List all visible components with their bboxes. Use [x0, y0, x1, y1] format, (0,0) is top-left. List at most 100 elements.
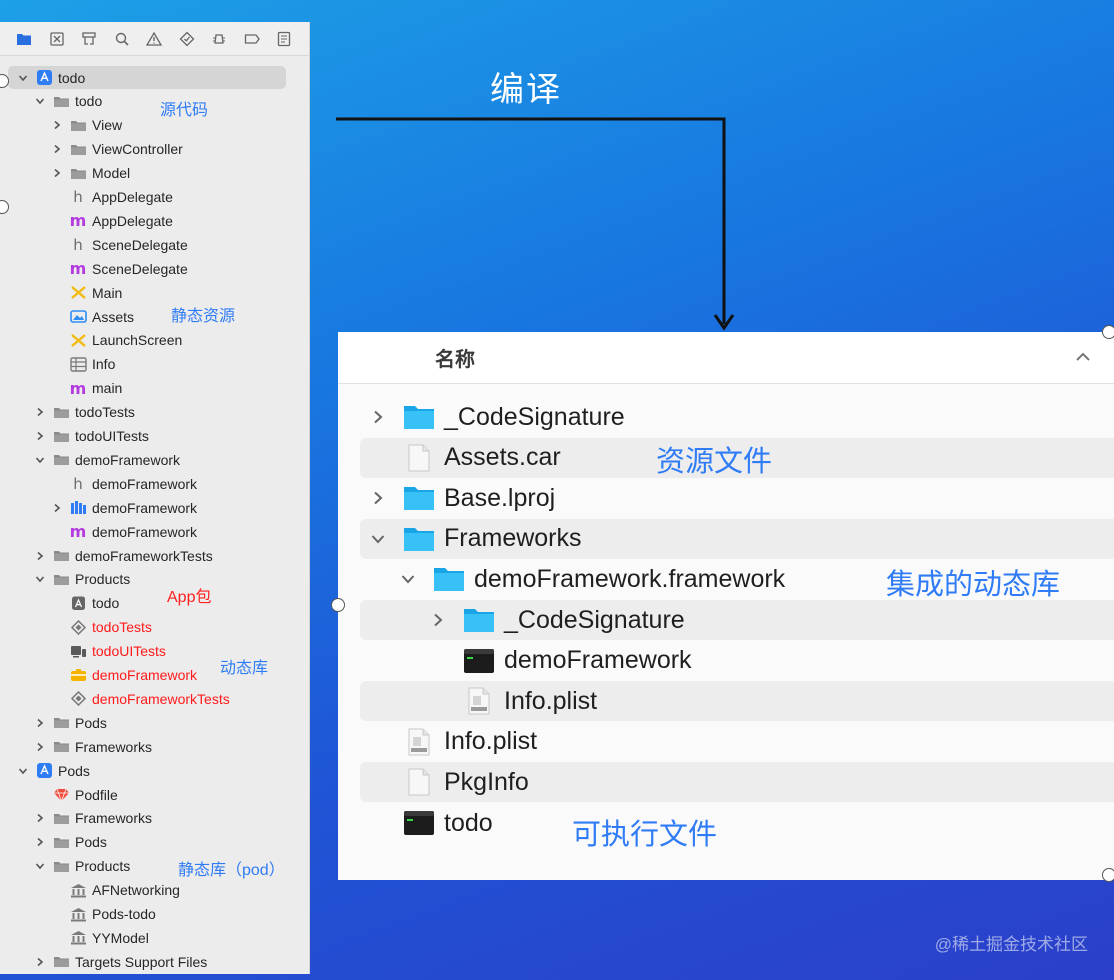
navigator-item-label: demoFramework — [92, 667, 198, 683]
disclosure-chevron-down-icon[interactable] — [17, 765, 29, 777]
navigator-item[interactable]: demoFramework — [0, 496, 300, 519]
navigator-item[interactable]: todo — [0, 90, 300, 113]
disclosure-chevron-right-icon[interactable] — [51, 119, 63, 131]
disclosure-chevron-down-icon[interactable] — [34, 860, 46, 872]
finder-row[interactable]: Frameworks — [360, 518, 1114, 559]
disclosure-chevron-down-icon[interactable] — [34, 95, 46, 107]
disclosure-chevron-right-icon[interactable] — [370, 409, 386, 425]
disclosure-chevron-down-icon[interactable] — [34, 573, 46, 585]
navigator-item[interactable]: Pods — [0, 831, 300, 854]
ruby-gem-icon — [52, 787, 70, 803]
finder-row[interactable]: PkgInfo — [360, 762, 1114, 803]
finder-row[interactable]: Info.plist — [360, 722, 1114, 762]
navigator-item-label: demoFramework — [92, 475, 198, 492]
navigator-item[interactable]: Assets — [0, 305, 300, 328]
navigator-item[interactable]: h AppDelegate — [0, 186, 300, 209]
objc-file-icon: m — [69, 378, 87, 398]
disclosure-chevron-right-icon[interactable] — [34, 717, 46, 729]
finder-row[interactable]: Base.lproj — [360, 478, 1114, 518]
navigator-item[interactable]: todoTests — [0, 616, 300, 639]
navigator-item[interactable]: h demoFramework — [0, 472, 300, 495]
navigator-item[interactable]: Podfile — [0, 783, 300, 806]
navigator-tab-source-control-icon[interactable] — [41, 22, 74, 56]
navigator-tab-report-icon[interactable] — [268, 22, 301, 56]
navigator-tab-warning-icon[interactable] — [138, 22, 171, 56]
navigator-item-label: Pods-todo — [92, 906, 156, 922]
navigator-item[interactable]: View — [0, 114, 300, 137]
navigator-item[interactable]: todoUITests — [0, 425, 300, 448]
navigator-item[interactable]: Targets Support Files — [0, 950, 300, 973]
navigator-item[interactable]: Pods-todo — [0, 903, 300, 926]
navigator-tab-symbol-icon[interactable] — [73, 22, 106, 56]
sort-chevron-up-icon[interactable] — [1074, 348, 1092, 366]
navigator-item[interactable]: todoTests — [0, 401, 300, 424]
navigator-tab-folder-icon[interactable] — [8, 22, 41, 56]
navigator-item[interactable]: Info — [0, 353, 300, 376]
navigator-item-label: todoTests — [75, 404, 135, 421]
disclosure-chevron-right-icon[interactable] — [34, 956, 46, 968]
disclosure-chevron-right-icon[interactable] — [51, 502, 63, 514]
disclosure-chevron-down-icon[interactable] — [17, 72, 29, 84]
finder-row-label: Info.plist — [504, 686, 598, 715]
navigator-item[interactable]: Products — [0, 568, 300, 591]
disclosure-chevron-right-icon[interactable] — [34, 430, 46, 442]
resize-handle[interactable] — [331, 598, 345, 612]
disclosure-chevron-right-icon[interactable] — [34, 406, 46, 418]
disclosure-chevron-right-icon[interactable] — [34, 836, 46, 848]
navigator-item[interactable]: ViewController — [0, 138, 300, 161]
navigator-item[interactable]: YYModel — [0, 926, 300, 949]
navigator-item[interactable]: todo — [8, 66, 286, 89]
navigator-item[interactable]: todo — [0, 592, 300, 615]
disclosure-chevron-right-icon[interactable] — [51, 167, 63, 179]
navigator-item[interactable]: LaunchScreen — [0, 329, 300, 352]
disclosure-chevron-right-icon[interactable] — [51, 143, 63, 155]
folder-icon — [69, 141, 87, 157]
navigator-item-label: AFNetworking — [92, 882, 180, 899]
navigator-item[interactable]: demoFrameworkTests — [0, 687, 300, 710]
finder-row[interactable]: _CodeSignature — [360, 397, 1114, 437]
navigator-item[interactable]: Model — [0, 162, 300, 185]
symbol-icon — [82, 31, 96, 45]
navigator-item[interactable]: Frameworks — [0, 735, 300, 758]
navigator-item[interactable]: h SceneDelegate — [0, 233, 300, 256]
navigator-tab-search-icon[interactable] — [106, 22, 139, 56]
navigator-item[interactable]: m demoFramework — [0, 520, 300, 543]
app-product-icon — [69, 595, 87, 611]
disclosure-chevron-down-icon[interactable] — [370, 531, 386, 547]
navigator-tab-test-icon[interactable] — [171, 22, 204, 56]
navigator-item[interactable]: Pods — [0, 711, 300, 734]
disclosure-chevron-right-icon[interactable] — [370, 490, 386, 506]
disclosure-chevron-right-icon[interactable] — [34, 741, 46, 753]
finder-row[interactable]: todo — [360, 803, 1114, 843]
navigator-item[interactable]: Main — [0, 281, 300, 304]
navigator-item[interactable]: demoFrameworkTests — [0, 544, 300, 567]
navigator-item[interactable]: m AppDelegate — [0, 209, 300, 232]
navigator-item[interactable]: Pods — [0, 759, 300, 782]
navigator-toolbar — [0, 22, 309, 56]
finder-column-header[interactable]: 名称 — [338, 332, 1114, 384]
resize-handle[interactable] — [1102, 325, 1114, 339]
finder-row[interactable]: demoFramework — [360, 641, 1114, 681]
navigator-item[interactable]: m main — [0, 377, 300, 400]
navigator-item[interactable]: Frameworks — [0, 807, 300, 830]
navigator-item[interactable]: AFNetworking — [0, 879, 300, 902]
resize-handle[interactable] — [1102, 868, 1114, 882]
disclosure-chevron-right-icon[interactable] — [34, 550, 46, 562]
navigator-item-label: Podfile — [75, 786, 118, 803]
navigator-item[interactable]: demoFramework — [0, 448, 300, 471]
navigator-item[interactable]: m SceneDelegate — [0, 257, 300, 280]
compile-arrow — [336, 117, 735, 331]
disclosure-chevron-down-icon[interactable] — [34, 454, 46, 466]
disclosure-chevron-right-icon[interactable] — [34, 812, 46, 824]
navigator-tab-debug-icon[interactable] — [203, 22, 236, 56]
disclosure-chevron-right-icon[interactable] — [430, 612, 446, 628]
finder-row[interactable]: _CodeSignature — [360, 600, 1114, 640]
disclosure-chevron-down-icon[interactable] — [400, 571, 416, 587]
navigator-tab-breakpoint-icon[interactable] — [236, 22, 269, 56]
finder-row[interactable]: Info.plist — [360, 681, 1114, 722]
